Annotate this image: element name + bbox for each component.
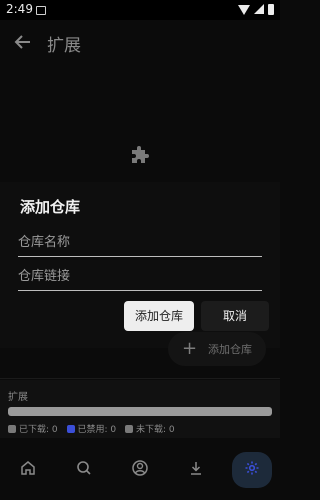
legend-item-disabled: 已禁用: 0 bbox=[66, 425, 116, 435]
plus-icon: + bbox=[182, 338, 198, 359]
add-repo-button[interactable]: 添加仓库 bbox=[124, 301, 194, 331]
status-time: 2:49 bbox=[6, 2, 33, 16]
puzzle-icon bbox=[128, 144, 152, 168]
add-repo-fab[interactable]: + 添加仓库 bbox=[168, 332, 266, 366]
download-icon bbox=[191, 462, 201, 475]
cancel-button[interactable]: 取消 bbox=[201, 301, 269, 331]
search-icon bbox=[77, 461, 91, 475]
add-repo-dialog: 添加仓库 添加仓库 取消 bbox=[0, 182, 280, 348]
repo-name-input[interactable] bbox=[18, 230, 258, 254]
legend: 已下载: 0 已禁用: 0 未下载: 0 bbox=[8, 422, 181, 435]
legend-dot bbox=[125, 425, 133, 433]
notification-icon bbox=[36, 6, 46, 15]
signal-icon bbox=[254, 4, 264, 14]
nav-search[interactable] bbox=[64, 452, 104, 488]
divider bbox=[0, 378, 280, 379]
wifi-icon bbox=[238, 5, 250, 15]
legend-item-not-downloaded: 未下载: 0 bbox=[125, 425, 175, 435]
page-title: 扩展 bbox=[47, 36, 81, 56]
fab-label: 添加仓库 bbox=[208, 343, 252, 356]
storage-bar bbox=[8, 407, 272, 416]
nav-home[interactable] bbox=[8, 452, 48, 488]
legend-item-downloaded: 已下载: 0 bbox=[8, 425, 58, 435]
repo-name-field bbox=[18, 230, 262, 257]
legend-dot bbox=[66, 425, 75, 433]
nav-settings[interactable] bbox=[232, 452, 272, 488]
account-icon bbox=[132, 460, 148, 476]
back-arrow-icon[interactable] bbox=[12, 31, 34, 53]
panel-title: 扩展 bbox=[8, 392, 28, 403]
empty-state-text-fragment bbox=[88, 170, 268, 185]
extension-stats-panel: 扩展 已下载: 0 已禁用: 0 未下载: 0 bbox=[0, 380, 280, 438]
settings-icon bbox=[245, 461, 259, 475]
nav-download[interactable] bbox=[176, 452, 216, 488]
dialog-title: 添加仓库 bbox=[20, 198, 81, 216]
legend-dot bbox=[8, 425, 16, 433]
app-bar: 扩展 bbox=[0, 20, 280, 64]
status-bar: 2:49 bbox=[0, 0, 280, 20]
home-icon bbox=[21, 461, 35, 475]
nav-account[interactable] bbox=[120, 452, 160, 488]
repo-link-field bbox=[18, 264, 262, 291]
battery-icon bbox=[268, 4, 274, 15]
repo-link-input[interactable] bbox=[18, 264, 258, 288]
bottom-nav bbox=[0, 442, 280, 500]
